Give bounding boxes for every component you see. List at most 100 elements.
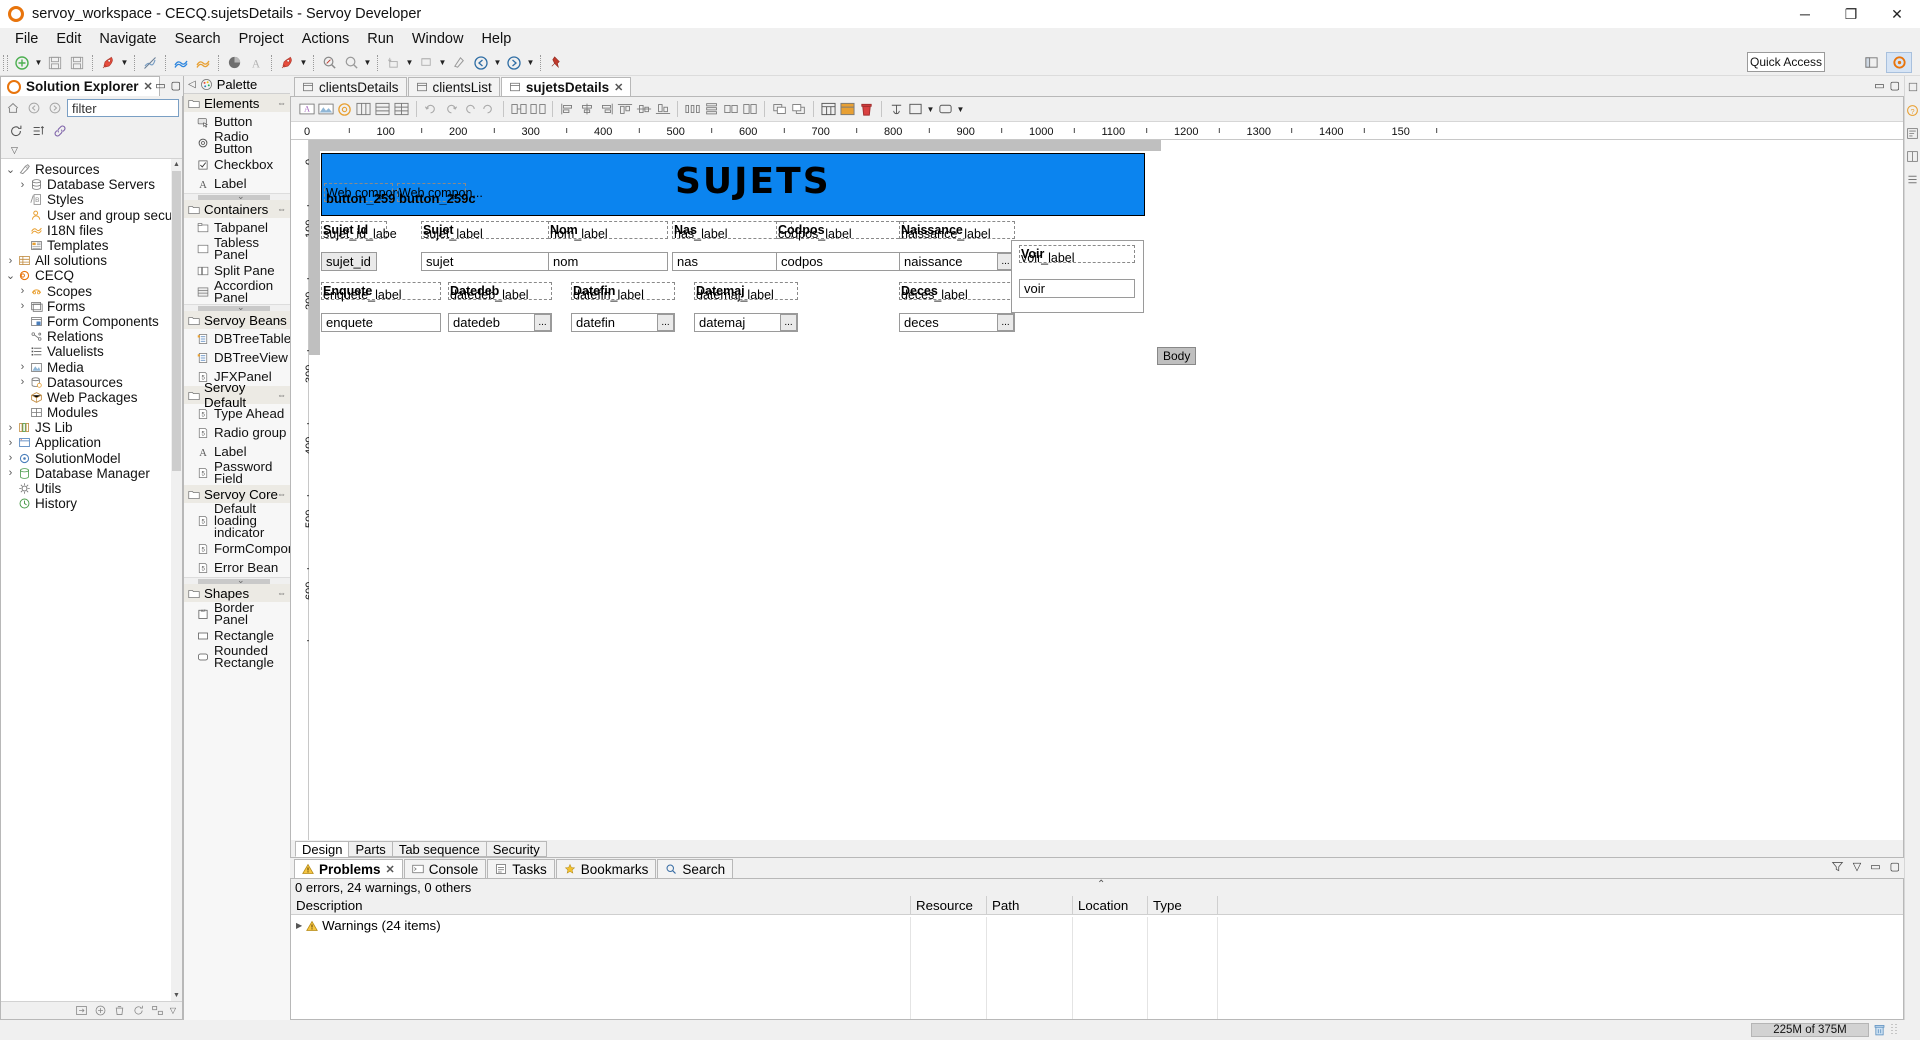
field-sujet[interactable]: sujet (421, 252, 549, 271)
field-browse-button-datedeb[interactable]: ... (534, 314, 551, 331)
list-icon[interactable] (1906, 172, 1920, 186)
field-browse-button-datefin[interactable]: ... (657, 314, 674, 331)
delete-element-icon[interactable] (857, 100, 876, 119)
palette-collapse-icon[interactable]: ◁ (188, 79, 196, 90)
palette-item-default-loading-indicator[interactable]: 5 Default loading indicator (184, 502, 290, 539)
tree-item-all-solutions[interactable]: › All solutions (1, 253, 182, 268)
pin-icon[interactable] (545, 52, 567, 74)
palette-group-servoy-beans[interactable]: Servoy Beans ⇔ (184, 311, 290, 329)
menu-window[interactable]: Window (403, 30, 473, 48)
expand-twisty-icon[interactable]: ▶ (296, 921, 302, 930)
record-view-icon[interactable] (838, 100, 857, 119)
tree-item-application[interactable]: › Application (1, 435, 182, 450)
align-top-icon[interactable] (615, 100, 634, 119)
help-icon[interactable]: ? (1906, 103, 1920, 117)
field-nas[interactable]: nas (672, 252, 792, 271)
pie-chart-icon[interactable] (223, 52, 245, 74)
same-width-icon[interactable] (721, 100, 740, 119)
palette-item-radio-button[interactable]: Radio Button (184, 130, 290, 155)
save-icon[interactable] (44, 52, 66, 74)
align-right-icon[interactable] (596, 100, 615, 119)
align-middle-icon[interactable] (634, 100, 653, 119)
menu-file[interactable]: File (6, 30, 47, 48)
palette-group-scrollbar[interactable]: ⌄ (184, 191, 290, 201)
group-pin-icon[interactable]: ⇔ (277, 98, 286, 108)
table-view-icon[interactable] (819, 100, 838, 119)
tab-problems[interactable]: Problems ✕ (294, 859, 403, 878)
menu-edit[interactable]: Edit (47, 30, 90, 48)
twisty-collapsed-icon[interactable]: › (16, 376, 29, 388)
maximize-problems-icon[interactable]: ▢ (1890, 860, 1900, 873)
garbage-collect-icon[interactable] (1872, 1023, 1887, 1038)
forward-icon[interactable] (503, 52, 525, 74)
toggle-style-icon[interactable] (335, 100, 354, 119)
toggle-label-icon[interactable]: A (297, 100, 316, 119)
tab-solution-explorer[interactable]: Solution Explorer ✕ (0, 76, 160, 96)
restore-icon[interactable] (1906, 80, 1920, 94)
back-nav-icon[interactable] (25, 99, 43, 117)
tab-console[interactable]: Console (403, 859, 487, 878)
tree-item-utils[interactable]: Utils (1, 481, 182, 496)
tab-parts[interactable]: Parts (348, 841, 393, 857)
palette-item-dbtreeview[interactable]: DBTreeView (184, 348, 290, 367)
redo-icon[interactable] (441, 100, 460, 119)
menu-project[interactable]: Project (230, 30, 293, 48)
solution-tree[interactable]: ⌄ Resources › Database Servers B Styles User a… (1, 159, 182, 1001)
palette-group-shapes[interactable]: Shapes ⇔ (184, 584, 290, 602)
menu-navigate[interactable]: Navigate (90, 30, 165, 48)
palette-item-tabless-panel[interactable]: Tabless Panel (184, 236, 290, 261)
palette-group-scrollbar[interactable]: ⌄ (184, 302, 290, 312)
delete-icon[interactable] (113, 1004, 126, 1017)
column-type[interactable]: Type (1148, 895, 1218, 915)
palette-item-formcompon-[interactable]: 5 FormCompon... (184, 539, 290, 558)
palette-item-rounded-rectangle[interactable]: Rounded Rectangle (184, 644, 290, 669)
canvas[interactable]: SUJETS Web compon... button_259 Web comp… (309, 140, 1903, 840)
tree-item-forms[interactable]: › Forms (1, 299, 182, 314)
toggle-image-icon[interactable] (316, 100, 335, 119)
field-enquete[interactable]: enquete (321, 313, 441, 332)
tree-item-web-packages[interactable]: Web Packages (1, 390, 182, 405)
twisty-collapsed-icon[interactable]: › (4, 452, 17, 464)
anchor-icon[interactable] (887, 100, 906, 119)
maximize-editor-icon[interactable]: ▢ (1890, 79, 1900, 92)
maximize-button[interactable]: ❐ (1828, 0, 1874, 28)
move-icon[interactable] (75, 1004, 88, 1017)
next-annotation-dropdown-icon[interactable]: ▼ (404, 52, 415, 74)
close-icon[interactable]: ✕ (144, 80, 153, 93)
close-icon[interactable]: ✕ (614, 81, 623, 94)
no-style-icon[interactable] (139, 52, 161, 74)
field-browse-button-datemaj[interactable]: ... (780, 314, 797, 331)
form-design-canvas[interactable]: 0 ı 100 ı 200 ı 300 ı 400 ı 500 ı 600 ı 700 ı 800 ı 900 ı 10… (291, 122, 1903, 840)
twisty-collapsed-icon[interactable]: › (4, 255, 17, 267)
twisty-collapsed-icon[interactable]: › (16, 285, 29, 297)
border-icon[interactable] (906, 100, 925, 119)
tab-search[interactable]: Search (657, 859, 734, 878)
palette-group-elements[interactable]: Elements ⇔ (184, 94, 290, 112)
align-center-icon[interactable] (577, 100, 596, 119)
minimize-editor-icon[interactable]: ▭ (1874, 79, 1884, 92)
tree-item-cecq[interactable]: ⌄ CECQ (1, 268, 182, 283)
filter-input[interactable]: filter (67, 99, 179, 117)
menu-search[interactable]: Search (166, 30, 230, 48)
group-pin-icon[interactable]: ⇔ (277, 390, 286, 400)
tree-item-modules[interactable]: Modules (1, 405, 182, 420)
toolbar-grip[interactable] (3, 54, 8, 71)
bring-to-front-icon[interactable] (770, 100, 789, 119)
menu-actions[interactable]: Actions (293, 30, 359, 48)
twisty-expanded-icon[interactable]: ⌄ (4, 163, 17, 176)
refresh-small-icon[interactable] (132, 1004, 145, 1017)
tree-item-i18n-files[interactable]: I18N files (1, 223, 182, 238)
tab-tab-sequence[interactable]: Tab sequence (391, 841, 487, 857)
field-nom[interactable]: nom (548, 252, 668, 271)
forward-nav-icon[interactable] (46, 99, 64, 117)
tree-vertical-scrollbar[interactable]: ▲ ▼ (171, 159, 182, 1001)
collapse-handle-icon[interactable]: ⌃ (1097, 879, 1105, 890)
tree-item-valuelists[interactable]: Valuelists (1, 344, 182, 359)
view-menu-arrow-icon[interactable]: ▽ (170, 1006, 176, 1015)
save-all-icon[interactable] (66, 52, 88, 74)
search-icon[interactable] (340, 52, 362, 74)
toggle-rows-icon[interactable] (373, 100, 392, 119)
table-row[interactable]: ▶ Warnings (24 items) (291, 917, 1903, 934)
column-description[interactable]: Description (291, 895, 911, 915)
collapse-all-icon[interactable] (151, 1004, 164, 1017)
